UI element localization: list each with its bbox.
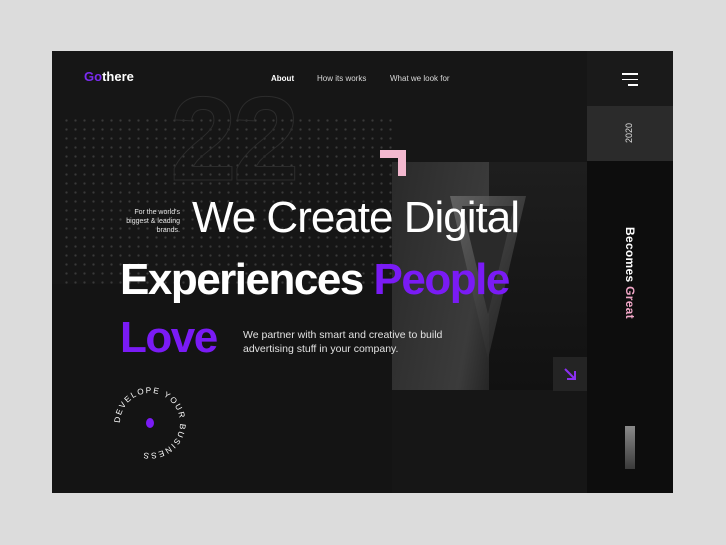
- great-text: Great: [623, 286, 637, 319]
- hero-description: We partner with smart and creative to bu…: [243, 329, 443, 355]
- arrow-down-right-icon: [564, 368, 576, 380]
- becomes-great-label: Becomes Great: [623, 227, 637, 319]
- pink-corner-accent: [380, 150, 406, 176]
- nav-about[interactable]: About: [271, 74, 294, 83]
- headline-people: People: [373, 255, 511, 304]
- hero-frame: 22 Gothere About How its works What we l…: [52, 51, 673, 493]
- logo-suffix: there: [102, 69, 134, 84]
- year-label: 2020: [624, 123, 634, 144]
- play-icon: [146, 418, 154, 428]
- scroll-indicator[interactable]: [625, 426, 635, 469]
- arrow-button[interactable]: [553, 357, 587, 391]
- nav-how-it-works[interactable]: How its works: [317, 74, 366, 83]
- logo-prefix: Go: [84, 69, 103, 84]
- background-number: 22: [169, 72, 300, 206]
- rotating-badge[interactable]: DEVELOPE YOUR BUSINESS: [110, 383, 190, 463]
- logo[interactable]: Gothere: [84, 69, 134, 84]
- headline-line-1: We Create Digital: [192, 193, 520, 242]
- nav-what-we-look-for[interactable]: What we look for: [390, 74, 450, 83]
- tagline: For the world's biggest & leading brands…: [126, 209, 180, 234]
- headline-line-2: Experiences People: [120, 255, 511, 304]
- becomes-text: Becomes: [623, 227, 637, 283]
- dark-block: [52, 284, 392, 493]
- hamburger-icon[interactable]: [622, 73, 638, 86]
- headline-experiences: Experiences: [120, 255, 364, 304]
- headline-line-3: Love: [120, 313, 218, 362]
